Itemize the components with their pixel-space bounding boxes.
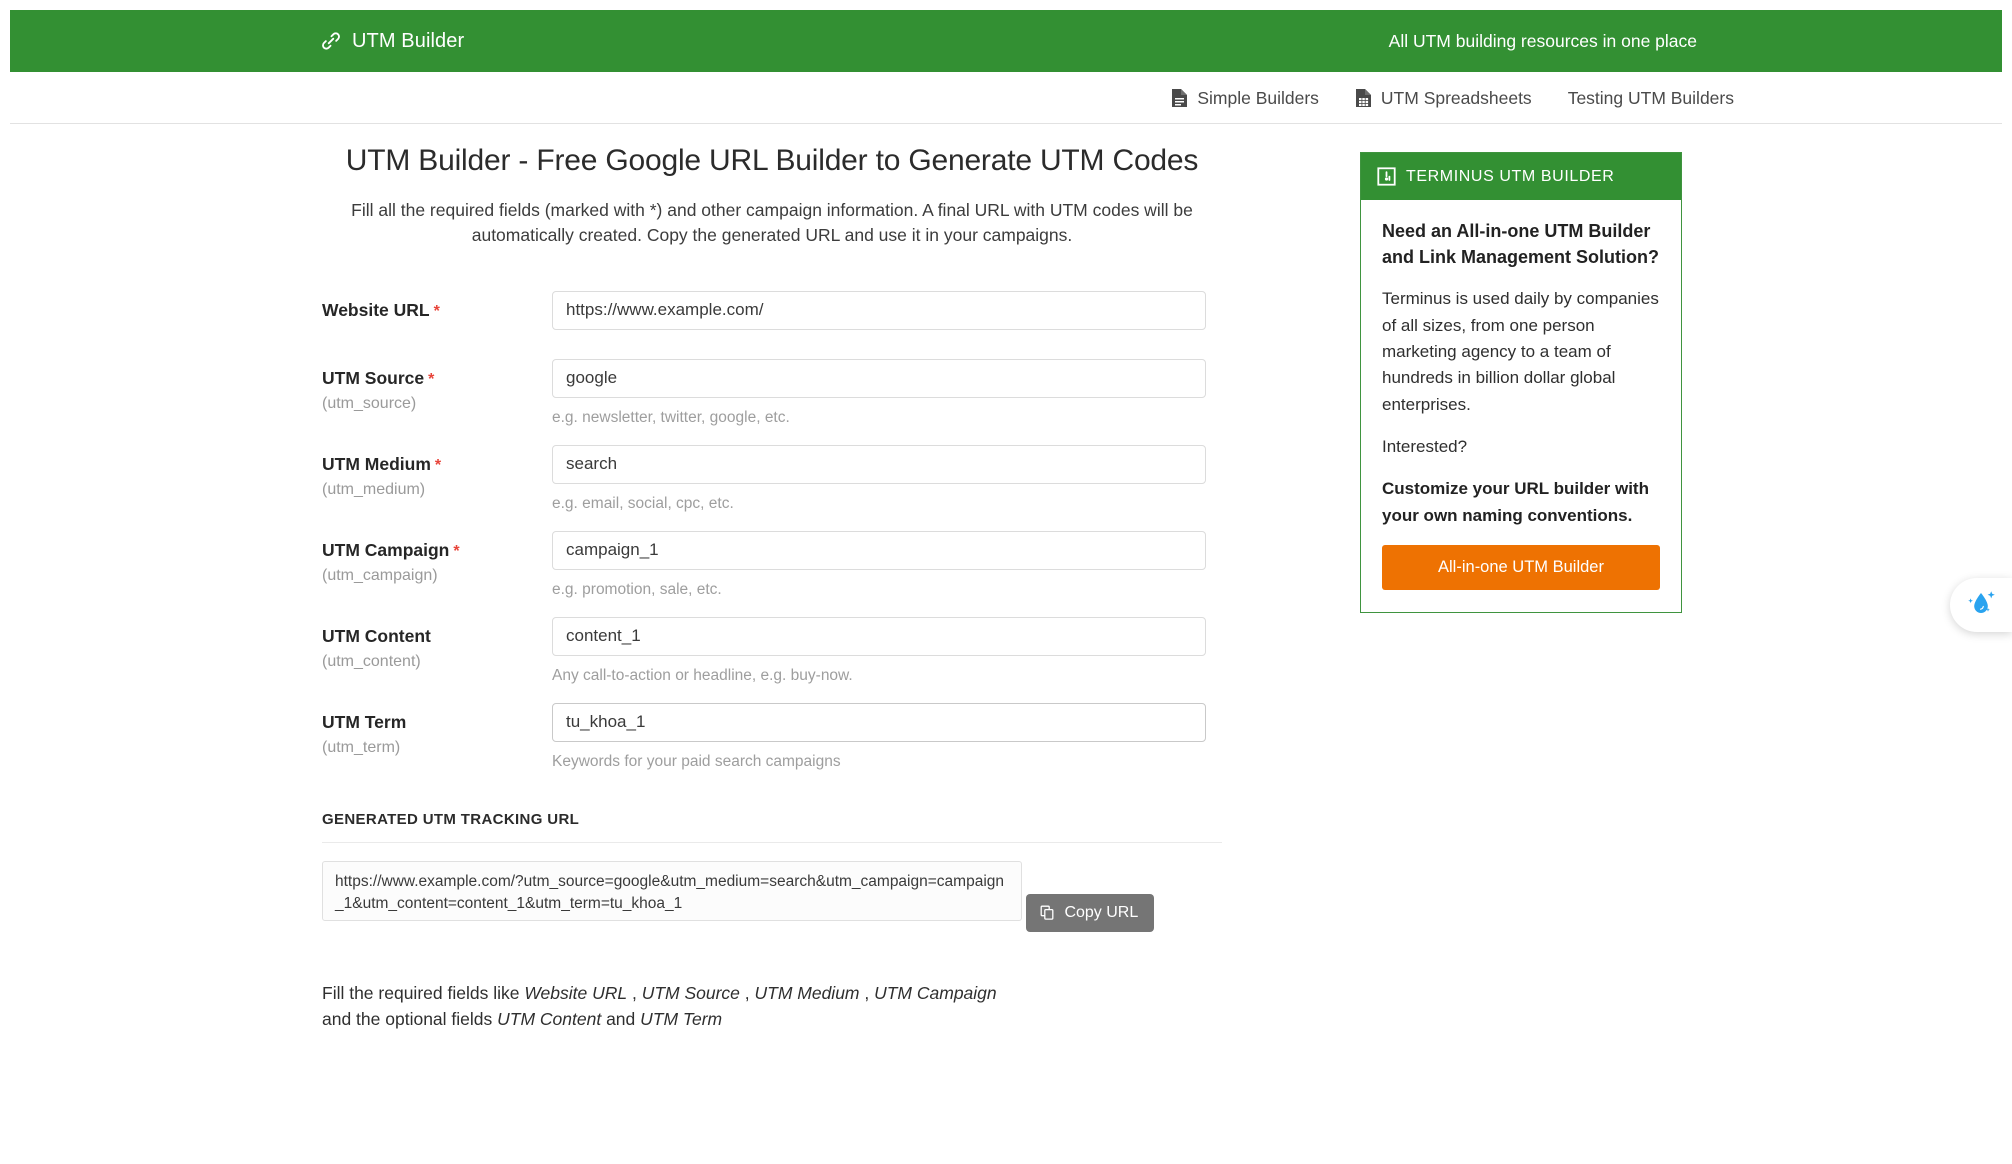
form-label-group: UTM Campaign * (utm_campaign) — [322, 531, 552, 585]
form-label-group: UTM Medium * (utm_medium) — [322, 445, 552, 499]
framed-link-icon — [1377, 167, 1396, 186]
form-field-group: Keywords for your paid search campaigns — [552, 702, 1222, 771]
field-label: UTM Campaign — [322, 539, 450, 560]
website-url-input[interactable] — [552, 290, 1206, 330]
page-subtitle: Fill all the required fields (marked wit… — [351, 200, 1193, 246]
nav-item-label: Testing UTM Builders — [1567, 87, 1734, 108]
form-row-website-url: Website URL * — [322, 290, 1222, 330]
field-sublabel: (utm_source) — [322, 394, 417, 412]
footnote-text-a: Fill the required fields like — [322, 982, 525, 1003]
form-label-group: UTM Source * (utm_source) — [322, 359, 552, 413]
footnote-term-utm-medium: UTM Medium — [754, 982, 860, 1003]
copy-icon — [1040, 905, 1056, 921]
link-icon — [320, 30, 342, 52]
water-drop-sparkle-icon — [1964, 587, 1998, 624]
copy-url-label: Copy URL — [1064, 903, 1139, 921]
field-sublabel: (utm_term) — [322, 738, 401, 756]
form-row-utm-content: UTM Content (utm_content) Any call-to-ac… — [322, 616, 1222, 685]
field-label: UTM Source — [322, 367, 425, 388]
field-hint: e.g. newsletter, twitter, google, etc. — [552, 408, 790, 426]
required-asterisk: * — [428, 370, 435, 388]
form-row-utm-source: UTM Source* (utm_source) e.g. newsletter… — [322, 358, 1222, 427]
required-asterisk: * — [453, 542, 460, 560]
form-row-utm-medium: UTM Medium* (utm_medium) e.g. email, soc… — [322, 444, 1222, 513]
form-field-group: e.g. email, social, cpc, etc. — [552, 444, 1222, 513]
form-label-group: UTM Content (utm_content) — [322, 617, 552, 671]
page-root: UTM Builder All UTM building resources i… — [0, 0, 2012, 1164]
promo-paragraph-1: Terminus is used daily by companies of a… — [1382, 289, 1659, 414]
form-field-group — [552, 290, 1222, 330]
field-sublabel: (utm_campaign) — [322, 566, 438, 584]
copy-url-button[interactable]: Copy URL — [1026, 893, 1155, 932]
field-hint: Keywords for your paid search campaigns — [552, 752, 841, 770]
promo-paragraph-3: Customize your URL builder with your own… — [1382, 479, 1649, 525]
required-asterisk: * — [434, 456, 442, 474]
all-in-one-utm-builder-button[interactable]: All-in-one UTM Builder — [1382, 544, 1660, 590]
footnote-text-c: and — [601, 1009, 641, 1029]
page-title: UTM Builder - Free Google URL Builder to… — [345, 144, 1199, 177]
field-label: UTM Content — [322, 625, 431, 646]
field-sublabel: (utm_medium) — [322, 480, 426, 498]
field-label: UTM Term — [322, 711, 407, 732]
form-row-utm-campaign: UTM Campaign* (utm_campaign) e.g. promot… — [322, 530, 1222, 599]
footnote-term-utm-campaign: UTM Campaign — [874, 982, 997, 1003]
utm-content-input[interactable] — [552, 616, 1206, 656]
form-row-utm-term: UTM Term (utm_term) Keywords for your pa… — [322, 702, 1222, 771]
form-label-group: Website URL * — [322, 291, 552, 321]
generated-url-textarea[interactable] — [322, 860, 1022, 921]
generated-url-section: GENERATED UTM TRACKING URL Copy URL — [322, 811, 1222, 932]
footnote-text-b: and the optional fields — [322, 1009, 498, 1029]
form-field-group: e.g. newsletter, twitter, google, etc. — [552, 358, 1222, 427]
sidebar-column: TERMINUS UTM BUILDER Need an All-in-one … — [1360, 152, 1682, 613]
footnote-sep-2: , — [739, 982, 755, 1003]
brand[interactable]: UTM Builder — [320, 30, 464, 53]
footnote: Fill the required fields like Website UR… — [322, 980, 1022, 1033]
form-field-group: Any call-to-action or headline, e.g. buy… — [552, 616, 1222, 685]
nav-item-label: Simple Builders — [1197, 87, 1319, 108]
terminus-promo-card: TERMINUS UTM BUILDER Need an All-in-one … — [1360, 152, 1682, 613]
field-hint: Any call-to-action or headline, e.g. buy… — [552, 666, 853, 684]
site-header: UTM Builder All UTM building resources i… — [10, 10, 2002, 72]
brand-label: UTM Builder — [352, 29, 465, 52]
main-column: UTM Builder - Free Google URL Builder to… — [322, 124, 1222, 1050]
floating-widget-button[interactable] — [1950, 578, 2012, 632]
field-hint: e.g. promotion, sale, etc. — [552, 580, 722, 598]
footnote-term-utm-source: UTM Source — [641, 982, 740, 1003]
field-sublabel: (utm_content) — [322, 652, 421, 670]
promo-paragraph-2: Interested? — [1382, 436, 1468, 456]
field-label: Website URL — [322, 299, 430, 320]
promo-card-body: Need an All-in-one UTM Builder and Link … — [1361, 200, 1681, 612]
utm-medium-input[interactable] — [552, 444, 1206, 484]
main-nav: Simple Builders UTM Spreadsheets Testing… — [0, 72, 2012, 124]
header-tagline: All UTM building resources in one place — [1388, 30, 1697, 51]
document-icon — [1171, 88, 1188, 108]
promo-card-title: TERMINUS UTM BUILDER — [1406, 167, 1615, 185]
footnote-term-utm-term: UTM Term — [640, 1009, 723, 1029]
nav-item-testing-utm-builders[interactable]: Testing UTM Builders — [1568, 88, 1734, 109]
footnote-sep-1: , — [627, 982, 642, 1003]
nav-item-utm-spreadsheets[interactable]: UTM Spreadsheets — [1355, 88, 1532, 109]
form-field-group: e.g. promotion, sale, etc. — [552, 530, 1222, 599]
utm-form: Website URL* UTM Source* (utm_source) e.… — [322, 290, 1222, 771]
footnote-term-website-url: Website URL — [524, 982, 628, 1003]
field-hint: e.g. email, social, cpc, etc. — [552, 494, 734, 512]
section-divider — [322, 841, 1222, 843]
footnote-term-utm-content: UTM Content — [497, 1009, 602, 1029]
field-label: UTM Medium — [322, 453, 431, 474]
promo-card-header: TERMINUS UTM BUILDER — [1361, 153, 1681, 200]
form-label-group: UTM Term (utm_term) — [322, 703, 552, 757]
promo-heading: Need an All-in-one UTM Builder and Link … — [1382, 221, 1660, 268]
utm-campaign-input[interactable] — [552, 530, 1206, 570]
nav-item-simple-builders[interactable]: Simple Builders — [1171, 88, 1319, 109]
required-asterisk: * — [433, 302, 440, 320]
nav-item-label: UTM Spreadsheets — [1380, 87, 1532, 108]
utm-term-input[interactable] — [552, 702, 1206, 742]
spreadsheet-icon — [1355, 88, 1372, 108]
generated-url-heading: GENERATED UTM TRACKING URL — [322, 810, 580, 828]
footnote-sep-3: , — [859, 982, 875, 1003]
utm-source-input[interactable] — [552, 358, 1206, 398]
